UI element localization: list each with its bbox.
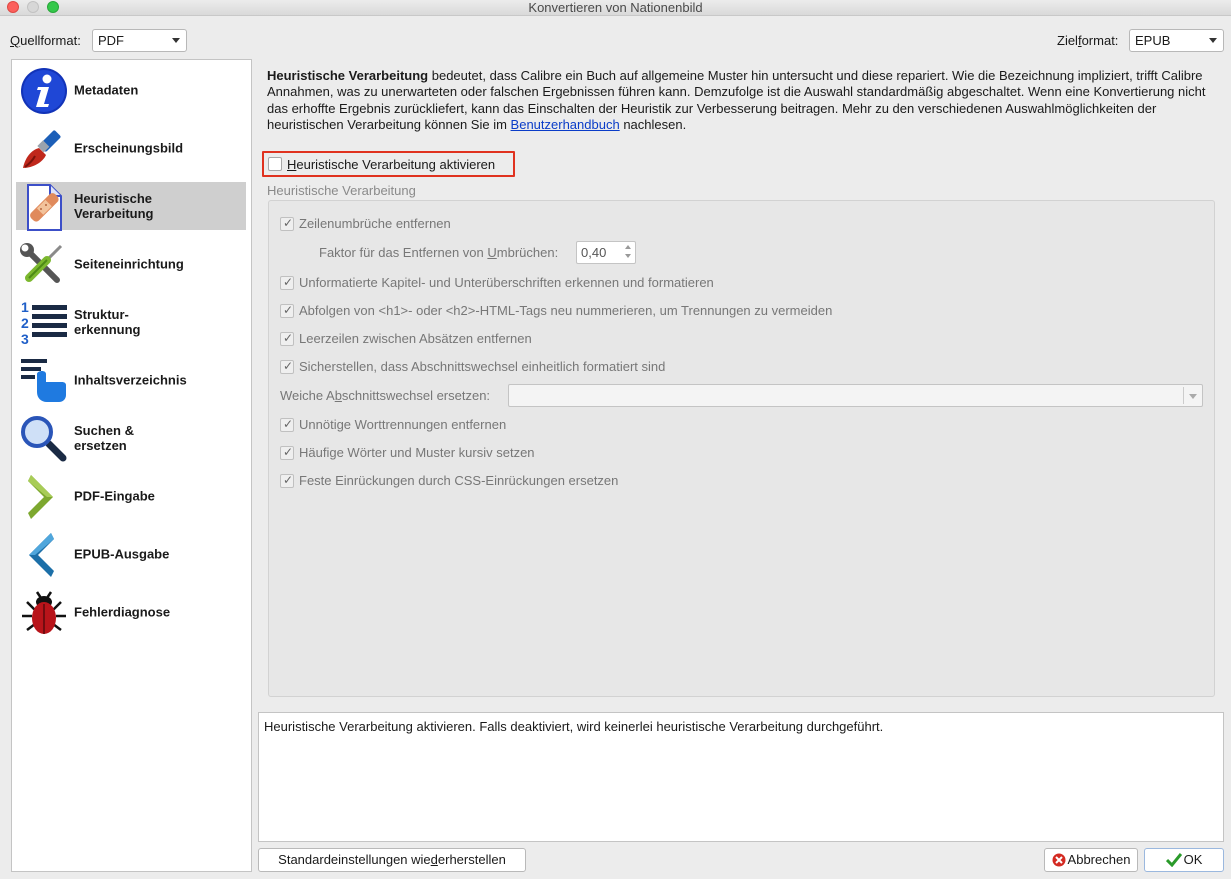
- stepper-arrows-icon[interactable]: [624, 245, 633, 260]
- soft-break-label: Weiche Abschnittswechsel ersetzen:: [280, 388, 491, 403]
- checkbox[interactable]: [280, 416, 294, 432]
- sidebar-item-erscheinungsbild[interactable]: Erscheinungsbild: [16, 124, 246, 172]
- arrow-right-icon: [28, 475, 53, 519]
- checkbox[interactable]: [280, 330, 294, 346]
- sidebar-item-label: Fehlerdiagnose: [74, 604, 171, 620]
- arrow-left-icon: [29, 533, 54, 577]
- target-format-value: EPUB: [1135, 33, 1171, 48]
- target-format-select[interactable]: EPUB: [1129, 29, 1224, 52]
- option-renumber-headings[interactable]: Abfolgen von <h1>- oder <h2>-HTML-Tags n…: [280, 302, 832, 319]
- sidebar-item-suchen-ersetzen[interactable]: Suchen & ersetzen: [16, 414, 246, 462]
- heuristics-group-title: Heuristische Verarbeitung: [267, 183, 416, 198]
- numbered-list-icon: 1 2 3: [21, 299, 67, 347]
- sidebar-item-seiteneinrichtung[interactable]: Seiteneinrichtung: [16, 240, 246, 288]
- help-text: Heuristische Verarbeitung aktivieren. Fa…: [264, 719, 884, 734]
- heuristics-group: Zeilenumbrüche entfernen Faktor für das …: [268, 200, 1215, 697]
- ok-button[interactable]: OK: [1144, 848, 1224, 872]
- toc-hand-icon: [21, 359, 66, 402]
- sidebar-item-strukturerkennung[interactable]: 1 2 3 Struktur- erkennung: [16, 298, 246, 347]
- title-bar: Konvertieren von Nationenbild: [0, 0, 1231, 16]
- sidebar-item-label: Erscheinungsbild: [74, 140, 184, 156]
- cancel-icon: [1052, 853, 1066, 867]
- sidebar-item-pdf-eingabe[interactable]: PDF-Eingabe: [16, 472, 246, 520]
- cancel-button[interactable]: Abbrechen: [1044, 848, 1138, 872]
- option-uniform-scene-breaks[interactable]: Sicherstellen, dass Abschnittswechsel ei…: [280, 358, 665, 375]
- sidebar: Metadaten Erscheinungsbild Heuristische …: [11, 59, 252, 872]
- sidebar-item-label: Seiteneinrichtung: [74, 256, 184, 272]
- checkbox[interactable]: [280, 274, 294, 290]
- user-manual-link[interactable]: Benutzerhandbuch: [511, 117, 620, 132]
- bug-icon: [22, 591, 66, 634]
- sidebar-item-label: Inhaltsverzeichnis: [74, 372, 187, 388]
- paintbrush-icon: [23, 130, 61, 168]
- option-remove-blank-lines[interactable]: Leerzeilen zwischen Absätzen entfernen: [280, 330, 532, 347]
- soft-break-combobox[interactable]: [508, 384, 1203, 407]
- option-detect-headings[interactable]: Unformatierte Kapitel- und Unterüberschr…: [280, 274, 714, 291]
- option-fix-indents[interactable]: Feste Einrückungen durch CSS-Einrückunge…: [280, 472, 618, 489]
- sidebar-item-label: PDF-Eingabe: [74, 488, 155, 504]
- enable-heuristics-label[interactable]: Heuristische Verarbeitung aktivieren: [287, 157, 495, 173]
- target-format-label: Zielformat:: [1057, 33, 1119, 48]
- option-italicize-patterns[interactable]: Häufige Wörter und Muster kursiv setzen: [280, 444, 535, 461]
- sidebar-item-fehlerdiagnose[interactable]: Fehlerdiagnose: [16, 588, 246, 636]
- wrench-screwdriver-icon: [20, 243, 63, 283]
- option-remove-hyphens[interactable]: Unnötige Worttrennungen entfernen: [280, 416, 506, 433]
- factor-value: 0,40: [581, 245, 607, 260]
- restore-defaults-button[interactable]: Standardeinstellungen wiederherstellen: [258, 848, 526, 872]
- source-format-label: Quellformat:: [10, 33, 81, 48]
- sidebar-item-metadaten[interactable]: Metadaten: [16, 66, 246, 114]
- checkbox[interactable]: [280, 215, 294, 231]
- svg-text:1: 1: [21, 299, 29, 315]
- window-title: Konvertieren von Nationenbild: [528, 0, 703, 15]
- sidebar-item-label: Struktur- erkennung: [74, 307, 141, 337]
- checkbox[interactable]: [280, 472, 294, 488]
- sidebar-item-label: Heuristische Verarbeitung: [74, 191, 154, 221]
- sidebar-item-heuristik[interactable]: Heuristische Verarbeitung: [16, 182, 246, 231]
- help-textbox[interactable]: Heuristische Verarbeitung aktivieren. Fa…: [258, 712, 1224, 842]
- intro-bold: Heuristische Verarbeitung: [267, 68, 429, 83]
- enable-heuristics-row[interactable]: Heuristische Verarbeitung aktivieren: [262, 151, 515, 177]
- factor-spinbox[interactable]: 0,40: [576, 241, 636, 264]
- chevron-down-icon: [172, 38, 180, 43]
- checkbox[interactable]: [280, 444, 294, 460]
- info-icon: [21, 68, 67, 114]
- source-format-value: PDF: [98, 33, 124, 48]
- enable-heuristics-checkbox[interactable]: [268, 157, 282, 171]
- sidebar-item-label: Suchen & ersetzen: [74, 423, 134, 453]
- checkbox[interactable]: [280, 358, 294, 374]
- intro-text: Heuristische Verarbeitung bedeutet, dass…: [267, 68, 1206, 132]
- sidebar-item-label: Metadaten: [74, 82, 139, 98]
- chevron-down-icon[interactable]: [1189, 394, 1197, 399]
- svg-text:3: 3: [21, 331, 29, 347]
- source-format-select[interactable]: PDF: [92, 29, 187, 52]
- svg-text:2: 2: [21, 315, 29, 331]
- checkmark-icon: [1165, 852, 1182, 867]
- bandaged-page-icon: [27, 184, 62, 231]
- sidebar-item-inhaltsverzeichnis[interactable]: Inhaltsverzeichnis: [16, 356, 246, 404]
- magnifier-icon: [21, 416, 67, 462]
- chevron-down-icon: [1209, 38, 1217, 43]
- sidebar-item-label: EPUB-Ausgabe: [74, 546, 170, 562]
- option-remove-line-breaks[interactable]: Zeilenumbrüche entfernen: [280, 215, 451, 232]
- factor-label: Faktor für das Entfernen von Umbrüchen:: [319, 245, 559, 260]
- checkbox[interactable]: [280, 302, 294, 318]
- sidebar-item-epub-ausgabe[interactable]: EPUB-Ausgabe: [16, 530, 246, 578]
